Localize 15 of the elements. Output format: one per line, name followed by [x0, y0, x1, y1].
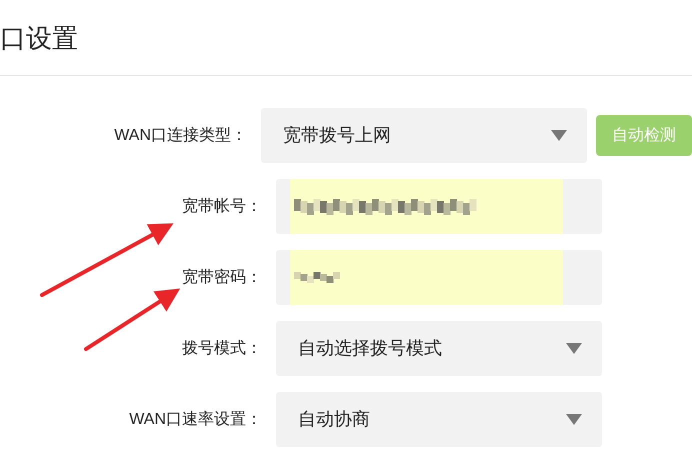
field-label: 宽带密码： [182, 268, 262, 288]
dropdown[interactable]: 宽带拨号上网 [261, 108, 587, 163]
caret-icon [566, 414, 582, 425]
dropdown[interactable]: 自动协商 [276, 392, 602, 447]
field-label: 拨号模式： [182, 338, 262, 358]
field-label: 宽带帐号： [182, 196, 262, 216]
field-label: WAN口速率设置： [129, 410, 262, 430]
field-label: WAN口连接类型： [114, 126, 247, 146]
caret-icon [566, 343, 582, 354]
caret-icon [551, 130, 567, 141]
input-field[interactable] [276, 179, 602, 234]
dropdown[interactable]: 自动选择拨号模式 [276, 321, 602, 376]
page-title: 口设置 [0, 24, 78, 50]
input-field[interactable] [276, 250, 602, 305]
pixelated-value [294, 272, 340, 283]
